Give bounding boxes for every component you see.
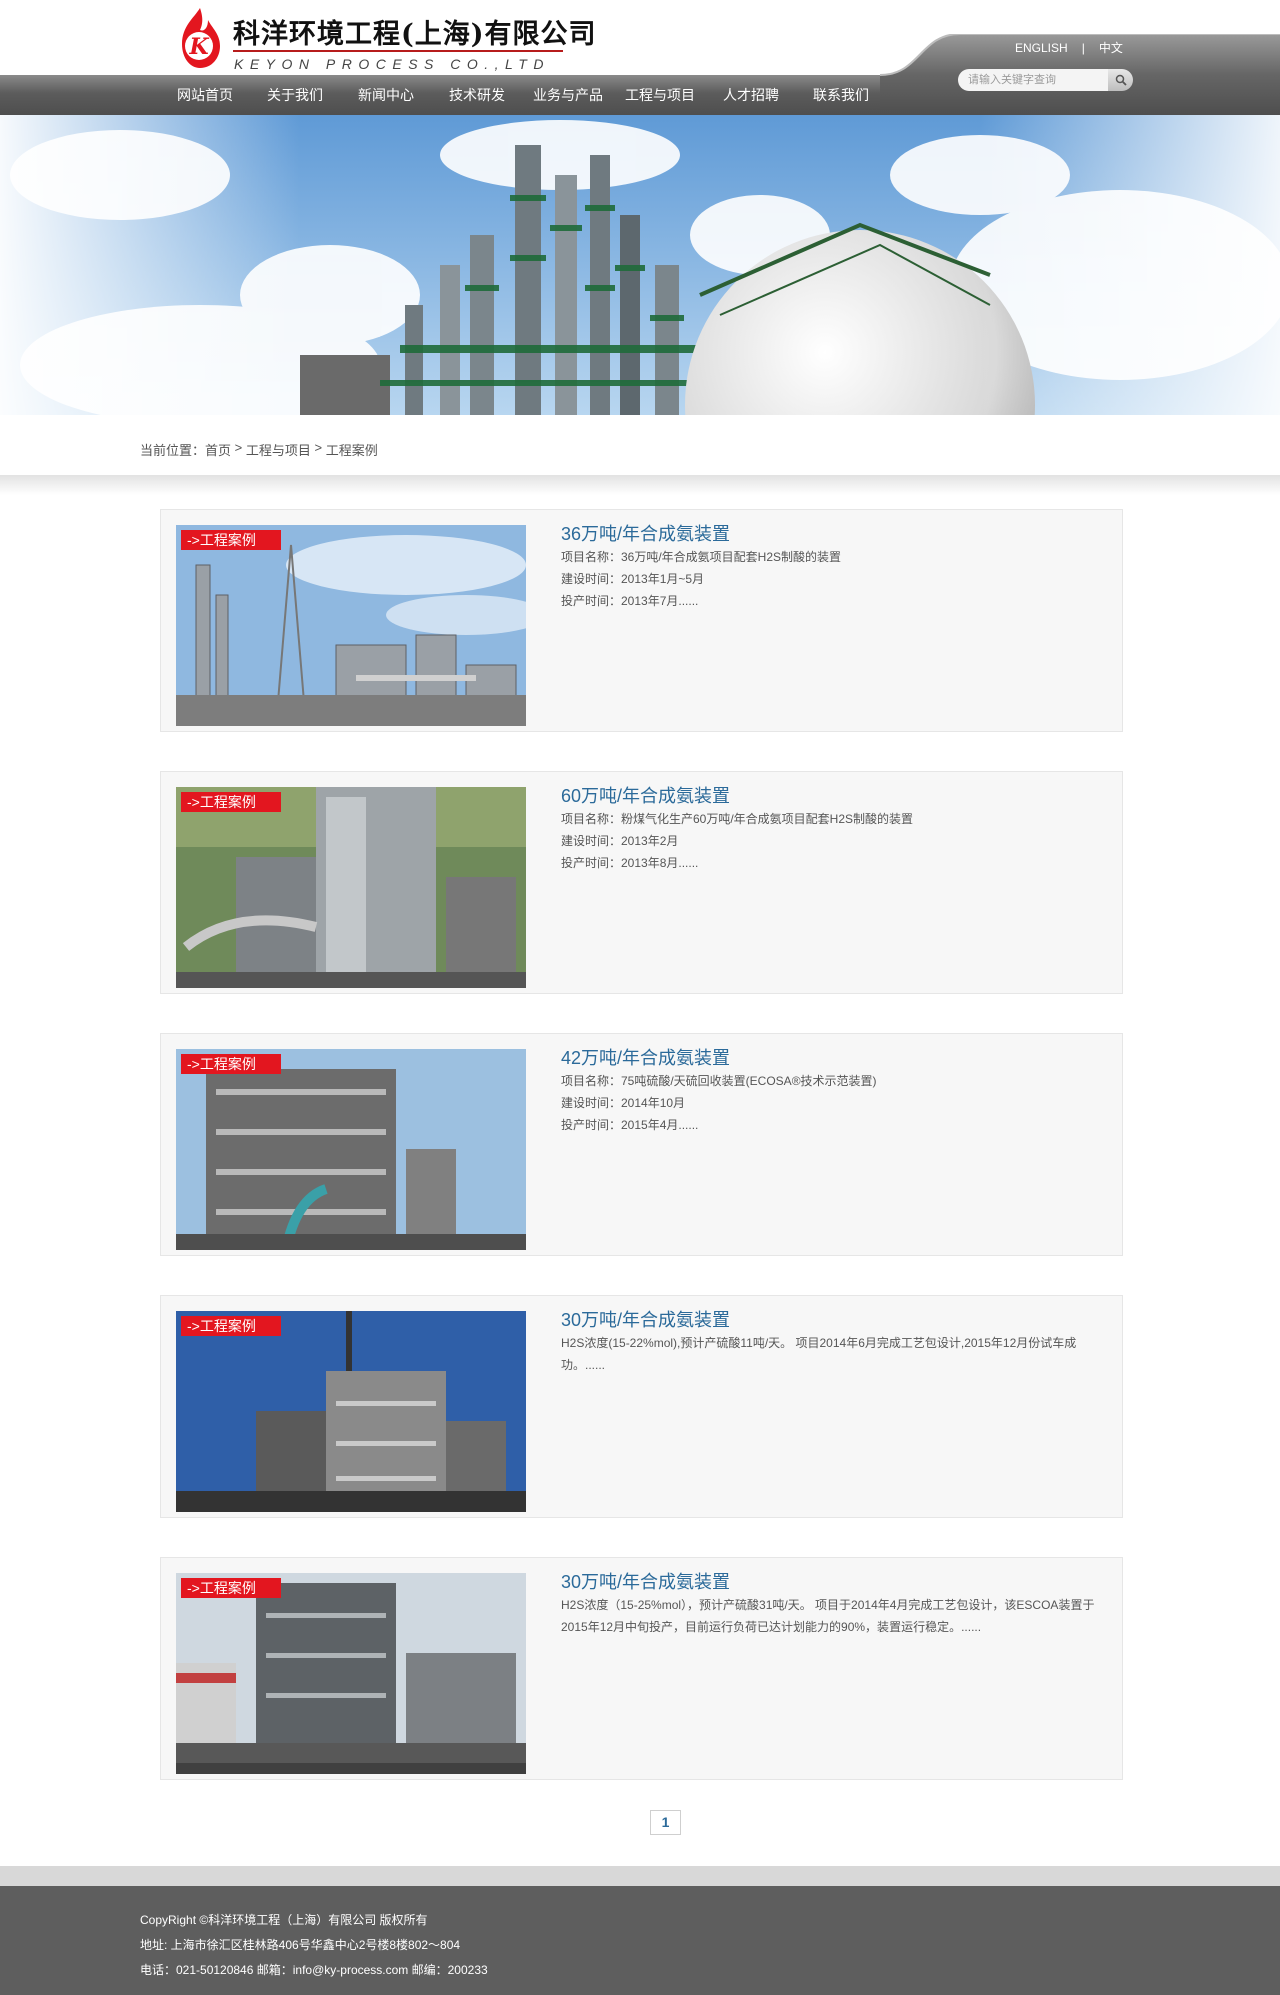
case-category-tag: ->工程案例: [181, 1054, 281, 1074]
case-info-line: H2S浓度(15-22%mol),预计产硫酸11吨/天。 项目2014年6月完成…: [561, 1336, 1077, 1372]
nav-item-contact[interactable]: 联系我们: [796, 75, 886, 115]
case-thumbnail[interactable]: ->工程案例: [176, 787, 526, 988]
case-title-link[interactable]: 30万吨/年合成氨装置: [561, 1308, 1106, 1332]
case-details: 42万吨/年合成氨装置 项目名称：75吨硫酸/天硫回收装置(ECOSA®技术示范…: [561, 1046, 1106, 1136]
case-card: ->工程案例 30万吨/年合成氨装置 H2S浓度(15-22%mol),预计产硫…: [160, 1295, 1123, 1518]
svg-text:K: K: [188, 34, 209, 60]
case-title-link[interactable]: 30万吨/年合成氨装置: [561, 1570, 1106, 1594]
case-info-line: 建设时间：2014年10月: [561, 1096, 686, 1110]
case-title-link[interactable]: 60万吨/年合成氨装置: [561, 784, 1106, 808]
footer-address: 地址: 上海市徐汇区桂林路406号华鑫中心2号楼8楼802～804: [140, 1938, 461, 1952]
breadcrumb-section[interactable]: 工程与项目: [246, 440, 311, 459]
case-category-tag: ->工程案例: [181, 1316, 281, 1336]
case-photo: [176, 1049, 526, 1250]
pagination-current-page[interactable]: 1: [650, 1810, 681, 1835]
case-thumbnail[interactable]: ->工程案例: [176, 525, 526, 726]
search-icon: [1115, 74, 1127, 86]
lang-chinese-link[interactable]: 中文: [1099, 40, 1123, 56]
case-card: ->工程案例 60万吨/年合成氨装置 项目名称：粉煤气化生产60万吨/年合成氨项…: [160, 771, 1123, 994]
breadcrumb: 当前位置： 首页 > 工程与项目 > 工程案例: [140, 440, 378, 459]
case-card: ->工程案例 36万吨/年合成氨装置 项目名称：36万吨/年合成氨项目配套H2S…: [160, 509, 1123, 732]
case-details: 60万吨/年合成氨装置 项目名称：粉煤气化生产60万吨/年合成氨项目配套H2S制…: [561, 784, 1106, 874]
case-thumbnail[interactable]: ->工程案例: [176, 1311, 526, 1512]
refinery-banner-image: [0, 115, 1280, 415]
nav-item-news[interactable]: 新闻中心: [340, 75, 432, 115]
case-photo: [176, 1573, 526, 1774]
header: K 科洋环境工程(上海)有限公司 KEYON PROCESS CO.,LTD 网…: [0, 0, 1280, 115]
search-button[interactable]: [1108, 69, 1133, 91]
lang-english-link[interactable]: ENGLISH: [1015, 40, 1068, 56]
nav-item-projects[interactable]: 工程与项目: [614, 75, 706, 115]
case-info-line: 投产时间：2013年8月......: [561, 856, 699, 870]
search-box: [958, 69, 1133, 91]
nav-item-home[interactable]: 网站首页: [160, 75, 250, 115]
company-name-cn: 科洋环境工程(上海)有限公司: [233, 19, 597, 50]
breadcrumb-current: 工程案例: [325, 443, 378, 458]
footer-divider-band: [0, 1866, 1280, 1886]
case-details: 30万吨/年合成氨装置 H2S浓度（15-25%mol），预计产硫酸31吨/天。…: [561, 1570, 1106, 1638]
case-title-link[interactable]: 42万吨/年合成氨装置: [561, 1046, 1106, 1070]
nav-item-about[interactable]: 关于我们: [250, 75, 340, 115]
case-info-line: 项目名称：36万吨/年合成氨项目配套H2S制酸的装置: [561, 550, 842, 564]
nav-item-rnd[interactable]: 技术研发: [432, 75, 522, 115]
page: K 科洋环境工程(上海)有限公司 KEYON PROCESS CO.,LTD 网…: [0, 0, 1280, 1995]
case-thumbnail[interactable]: ->工程案例: [176, 1573, 526, 1774]
footer-contact: 电话：021-50120846 邮箱：info@ky-process.com 邮…: [140, 1963, 488, 1977]
case-category-tag: ->工程案例: [181, 792, 281, 812]
lang-separator: |: [1081, 41, 1085, 55]
case-card: ->工程案例 30万吨/年合成氨装置 H2S浓度（15-25%mol），预计产硫…: [160, 1557, 1123, 1780]
case-category-tag: ->工程案例: [181, 1578, 281, 1598]
case-info-line: 项目名称：75吨硫酸/天硫回收装置(ECOSA®技术示范装置): [561, 1074, 877, 1088]
case-info-line: 投产时间：2015年4月......: [561, 1118, 699, 1132]
breadcrumb-separator: >: [231, 440, 246, 455]
logo-divider: [233, 50, 563, 52]
nav-item-careers[interactable]: 人才招聘: [706, 75, 796, 115]
language-switcher: ENGLISH | 中文: [1015, 40, 1123, 56]
case-photo: [176, 787, 526, 988]
flame-logo-icon: K: [182, 8, 220, 68]
case-thumbnail[interactable]: ->工程案例: [176, 1049, 526, 1250]
case-details: 30万吨/年合成氨装置 H2S浓度(15-22%mol),预计产硫酸11吨/天。…: [561, 1308, 1106, 1376]
case-card: ->工程案例 42万吨/年合成氨装置 项目名称：75吨硫酸/天硫回收装置(ECO…: [160, 1033, 1123, 1256]
nav-item-products[interactable]: 业务与产品: [522, 75, 614, 115]
hero-banner: [0, 115, 1280, 415]
case-info-line: 建设时间：2013年1月~5月: [561, 572, 705, 586]
case-photo: [176, 1311, 526, 1512]
search-input[interactable]: [958, 69, 1110, 91]
case-info-line: 建设时间：2013年2月: [561, 834, 679, 848]
case-category-tag: ->工程案例: [181, 530, 281, 550]
case-photo: [176, 525, 526, 726]
company-name-en: KEYON PROCESS CO.,LTD: [234, 56, 550, 72]
breadcrumb-home[interactable]: 首页: [205, 440, 231, 459]
breadcrumb-shadow: [0, 475, 1280, 495]
nav-menu: 网站首页 关于我们 新闻中心 技术研发 业务与产品 工程与项目 人才招聘 联系我…: [160, 75, 886, 115]
case-info-line: H2S浓度（15-25%mol），预计产硫酸31吨/天。 项目于2014年4月完…: [561, 1598, 1095, 1634]
case-title-link[interactable]: 36万吨/年合成氨装置: [561, 522, 1106, 546]
breadcrumb-separator: >: [310, 440, 326, 455]
case-info-line: 投产时间：2013年7月......: [561, 594, 699, 608]
company-logo[interactable]: K 科洋环境工程(上海)有限公司 KEYON PROCESS CO.,LTD: [178, 6, 598, 72]
footer: CopyRight ©科洋环境工程（上海）有限公司 版权所有 地址: 上海市徐汇…: [0, 1886, 1280, 1995]
case-details: 36万吨/年合成氨装置 项目名称：36万吨/年合成氨项目配套H2S制酸的装置 建…: [561, 522, 1106, 612]
case-info-line: 项目名称：粉煤气化生产60万吨/年合成氨项目配套H2S制酸的装置: [561, 812, 914, 826]
footer-copyright: CopyRight ©科洋环境工程（上海）有限公司 版权所有: [140, 1913, 428, 1927]
breadcrumb-prefix: 当前位置：: [140, 443, 206, 458]
